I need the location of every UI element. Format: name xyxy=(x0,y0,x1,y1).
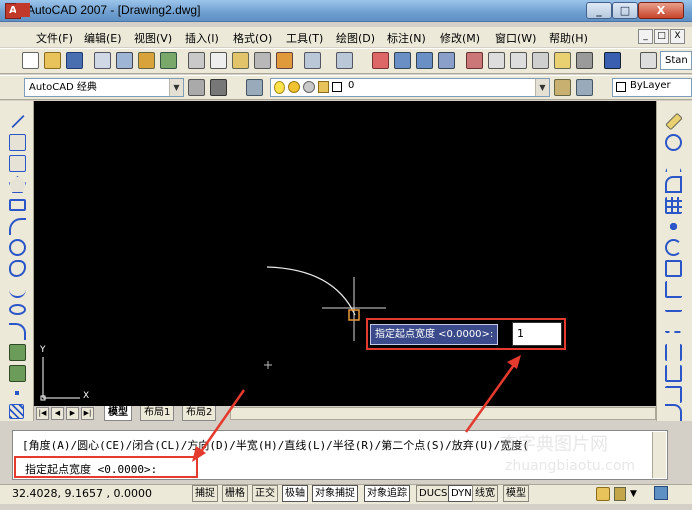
model-space-toggle[interactable]: 模型 xyxy=(503,485,529,502)
ducs-toggle[interactable]: DUCS xyxy=(416,485,451,502)
arrow-to-dynamic-input xyxy=(464,361,518,433)
polar-toggle[interactable]: 极轴 xyxy=(282,485,308,502)
otrack-toggle[interactable]: 对象追踪 xyxy=(364,485,410,502)
annotation-arrows xyxy=(192,355,521,462)
ortho-toggle[interactable]: 正交 xyxy=(252,485,278,502)
osnap-toggle[interactable]: 对象捕捉 xyxy=(312,485,358,502)
lineweight-toggle[interactable]: 线宽 xyxy=(472,485,498,502)
arrow-head-right xyxy=(507,355,521,369)
dyn-toggle[interactable]: DYN xyxy=(448,485,475,502)
arrow-to-command-line xyxy=(196,389,246,457)
lock-icon[interactable] xyxy=(614,487,626,501)
clean-screen-icon[interactable] xyxy=(654,486,668,500)
snap-toggle[interactable]: 捕捉 xyxy=(192,485,218,502)
communication-center-icon[interactable] xyxy=(596,487,610,501)
grid-toggle[interactable]: 栅格 xyxy=(222,485,248,502)
cursor-coordinates[interactable]: 32.4028, 9.1657 , 0.0000 xyxy=(12,487,152,500)
status-menu-chevron-icon[interactable]: ▼ xyxy=(630,489,637,499)
